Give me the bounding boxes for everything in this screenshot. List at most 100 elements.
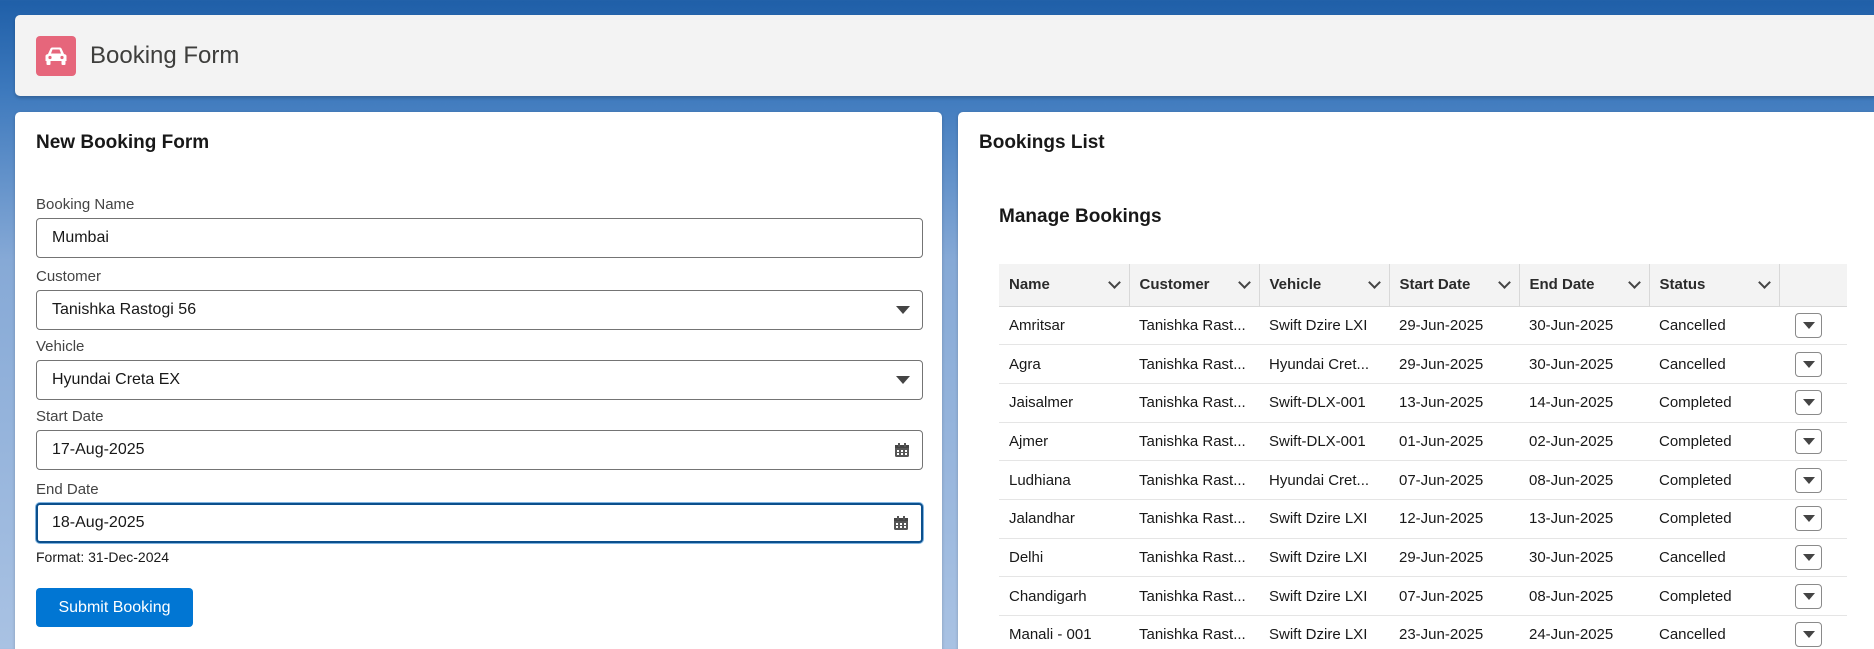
start-date-label: Start Date <box>36 408 104 425</box>
end-date-value: 18-Aug-2025 <box>52 514 145 531</box>
bookings-list-card: Bookings List Manage Bookings Name Custo… <box>958 112 1874 649</box>
chevron-down-icon[interactable] <box>1757 275 1771 289</box>
chevron-down-icon <box>1802 321 1815 329</box>
row-actions-button[interactable] <box>1795 312 1822 338</box>
column-header-status[interactable]: Status <box>1649 264 1780 307</box>
chevron-down-icon <box>1802 437 1815 445</box>
cell-vehicle: Swift Dzire LXI <box>1259 576 1389 616</box>
column-header-vehicle[interactable]: Vehicle <box>1259 264 1390 307</box>
cell-vehicle: Swift-DLX-001 <box>1259 383 1389 423</box>
car-icon <box>36 35 76 76</box>
cell-customer: Tanishka Rast... <box>1129 460 1259 500</box>
cell-actions <box>1779 306 1847 346</box>
cell-end-date: 08-Jun-2025 <box>1519 460 1649 500</box>
table-row[interactable]: Jalandhar Tanishka Rast... Swift Dzire LXI… <box>999 499 1847 539</box>
bookings-table: Name Customer Vehicle Start Date End Dat… <box>999 264 1847 649</box>
chevron-down-icon <box>1802 360 1815 368</box>
cell-end-date: 30-Jun-2025 <box>1519 344 1649 384</box>
customer-value: Tanishka Rastogi 56 <box>52 301 197 318</box>
table-row[interactable]: Manali - 001 Tanishka Rast... Swift Dzire … <box>999 615 1847 649</box>
cell-actions <box>1779 422 1847 462</box>
row-actions-button[interactable] <box>1795 544 1822 570</box>
row-actions-button[interactable] <box>1795 351 1822 377</box>
chevron-down-icon[interactable] <box>1627 275 1641 289</box>
chevron-down-icon[interactable] <box>1497 275 1511 289</box>
cell-start-date: 29-Jun-2025 <box>1389 306 1519 346</box>
cell-vehicle: Swift Dzire LXI <box>1259 615 1389 649</box>
end-date-label: End Date <box>36 481 99 498</box>
column-header-end-date[interactable]: End Date <box>1519 264 1650 307</box>
end-date-input[interactable]: 18-Aug-2025 <box>36 503 923 543</box>
cell-end-date: 14-Jun-2025 <box>1519 383 1649 423</box>
cell-start-date: 29-Jun-2025 <box>1389 538 1519 578</box>
cell-end-date: 30-Jun-2025 <box>1519 538 1649 578</box>
row-actions-button[interactable] <box>1795 506 1822 532</box>
chevron-down-icon[interactable] <box>1237 275 1251 289</box>
cell-start-date: 29-Jun-2025 <box>1389 344 1519 384</box>
table-row[interactable]: Ludhiana Tanishka Rast... Hyundai Cret... 0… <box>999 460 1847 500</box>
cell-end-date: 08-Jun-2025 <box>1519 576 1649 616</box>
chevron-down-icon <box>1802 553 1815 561</box>
cell-vehicle: Swift-DLX-001 <box>1259 422 1389 462</box>
row-actions-button[interactable] <box>1795 390 1822 416</box>
list-title: Bookings List <box>979 132 1105 153</box>
booking-name-label: Booking Name <box>36 196 135 213</box>
cell-end-date: 30-Jun-2025 <box>1519 306 1649 346</box>
cell-start-date: 23-Jun-2025 <box>1389 615 1519 649</box>
cell-vehicle: Swift Dzire LXI <box>1259 306 1389 346</box>
table-row[interactable]: Ajmer Tanishka Rast... Swift-DLX-001 01-Jun… <box>999 422 1847 462</box>
cell-actions <box>1779 576 1847 616</box>
column-header-actions <box>1779 264 1847 307</box>
calendar-icon[interactable] <box>894 442 910 458</box>
cell-actions <box>1779 344 1847 384</box>
cell-start-date: 07-Jun-2025 <box>1389 576 1519 616</box>
chevron-down-icon <box>1802 399 1815 407</box>
chevron-down-icon <box>1802 515 1815 523</box>
table-row[interactable]: Chandigarh Tanishka Rast... Swift Dzire LX… <box>999 576 1847 616</box>
cell-name: Ludhiana <box>999 460 1129 500</box>
chevron-down-icon[interactable] <box>1107 275 1121 289</box>
cell-customer: Tanishka Rast... <box>1129 422 1259 462</box>
column-header-name[interactable]: Name <box>999 264 1130 307</box>
cell-actions <box>1779 538 1847 578</box>
form-title: New Booking Form <box>36 132 210 153</box>
customer-select[interactable]: Tanishka Rastogi 56 <box>36 290 923 330</box>
booking-name-input[interactable]: Mumbai <box>36 218 923 258</box>
cell-vehicle: Hyundai Cret... <box>1259 344 1389 384</box>
cell-status: Cancelled <box>1649 538 1779 578</box>
cell-customer: Tanishka Rast... <box>1129 538 1259 578</box>
submit-booking-button[interactable]: Submit Booking <box>36 588 193 627</box>
manage-bookings-heading: Manage Bookings <box>999 206 1162 227</box>
cell-start-date: 07-Jun-2025 <box>1389 460 1519 500</box>
cell-customer: Tanishka Rast... <box>1129 576 1259 616</box>
row-actions-button[interactable] <box>1795 622 1822 648</box>
table-row[interactable]: Delhi Tanishka Rast... Swift Dzire LXI 29-J… <box>999 538 1847 578</box>
chevron-down-icon <box>896 376 910 384</box>
cell-status: Completed <box>1649 422 1779 462</box>
row-actions-button[interactable] <box>1795 428 1822 454</box>
cell-start-date: 12-Jun-2025 <box>1389 499 1519 539</box>
table-header-row: Name Customer Vehicle Start Date End Dat… <box>999 264 1847 307</box>
table-row[interactable]: Amritsar Tanishka Rast... Swift Dzire LXI 2… <box>999 306 1847 346</box>
row-actions-button[interactable] <box>1795 583 1822 609</box>
column-header-start-date[interactable]: Start Date <box>1389 264 1520 307</box>
column-header-customer[interactable]: Customer <box>1129 264 1260 307</box>
cell-end-date: 02-Jun-2025 <box>1519 422 1649 462</box>
start-date-input[interactable]: 17-Aug-2025 <box>36 430 923 470</box>
cell-customer: Tanishka Rast... <box>1129 615 1259 649</box>
cell-name: Amritsar <box>999 306 1129 346</box>
cell-actions <box>1779 383 1847 423</box>
calendar-icon[interactable] <box>893 515 909 531</box>
chevron-down-icon[interactable] <box>1367 275 1381 289</box>
cell-status: Completed <box>1649 576 1779 616</box>
vehicle-select[interactable]: Hyundai Creta EX <box>36 360 923 400</box>
cell-status: Cancelled <box>1649 306 1779 346</box>
cell-status: Completed <box>1649 460 1779 500</box>
table-row[interactable]: Agra Tanishka Rast... Hyundai Cret... 29-Ju… <box>999 344 1847 384</box>
vehicle-value: Hyundai Creta EX <box>52 371 181 388</box>
row-actions-button[interactable] <box>1795 467 1822 493</box>
cell-customer: Tanishka Rast... <box>1129 499 1259 539</box>
cell-name: Agra <box>999 344 1129 384</box>
table-row[interactable]: Jaisalmer Tanishka Rast... Swift-DLX-001 13… <box>999 383 1847 423</box>
cell-vehicle: Swift Dzire LXI <box>1259 499 1389 539</box>
